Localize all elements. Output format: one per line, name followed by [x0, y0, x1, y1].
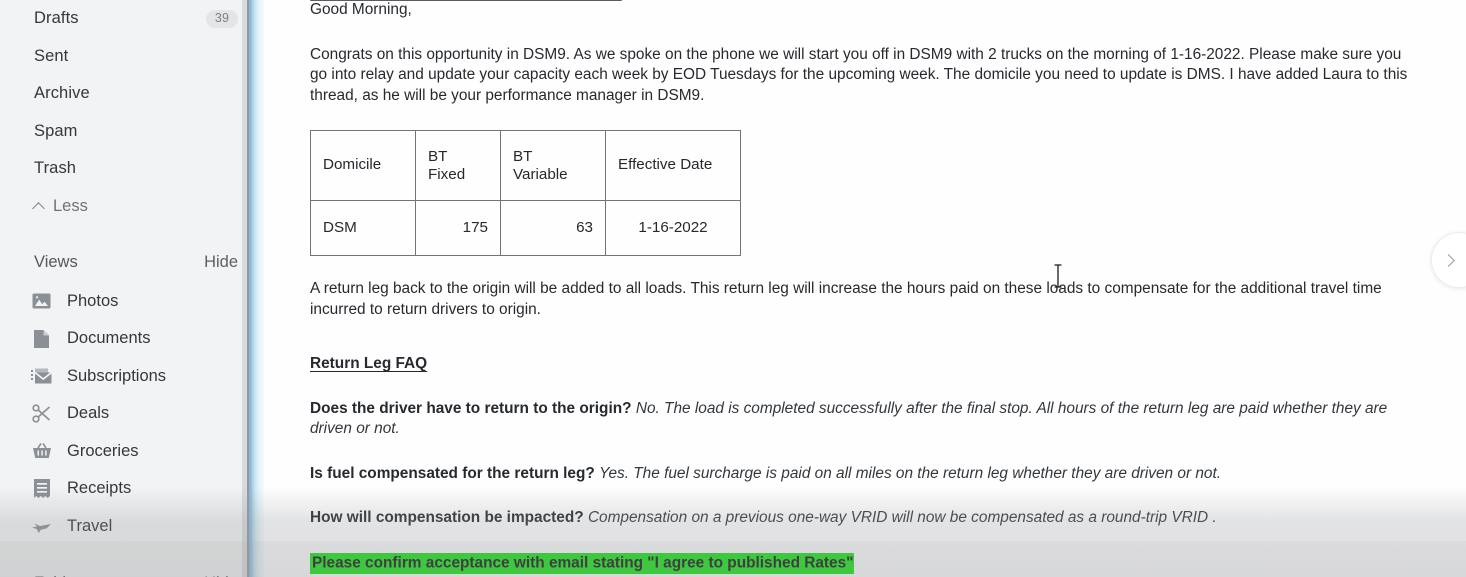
- sidebar-item-label: Sent: [34, 46, 69, 65]
- sidebar-section-views: Views Hide: [0, 243, 264, 283]
- mail-app-window: Drafts 39 Sent Archive Spam Trash Less V…: [0, 0, 1466, 577]
- highlight-text: Please confirm acceptance with email sta…: [310, 553, 855, 574]
- subscriptions-icon: [31, 366, 52, 387]
- header-line-2: Variable: [513, 165, 568, 183]
- faq-question: How will compensation be impacted?: [310, 509, 584, 526]
- table-row: DSM 175 63 1-16-2022: [310, 200, 741, 256]
- sidebar-item-drafts[interactable]: Drafts 39: [0, 0, 264, 38]
- cell-bt-fixed: 175: [415, 200, 501, 256]
- redacted-sender-line: [310, 0, 622, 1]
- sidebar-item-label: Photos: [67, 291, 119, 310]
- sidebar-item-trash[interactable]: Trash: [0, 150, 264, 188]
- cell-effective-date: 1-16-2022: [605, 200, 741, 256]
- cell-bt-variable: 63: [500, 200, 606, 256]
- email-reading-pane: Good Morning, Congrats on this opportuni…: [264, 0, 1466, 577]
- sidebar-item-sent[interactable]: Sent: [0, 38, 264, 76]
- sidebar-item-groceries[interactable]: Groceries: [0, 433, 264, 471]
- chevron-right-icon: [1441, 253, 1455, 267]
- sidebar-less-toggle[interactable]: Less: [0, 188, 264, 225]
- header-line-1: BT: [428, 147, 448, 165]
- sidebar-item-label: Documents: [67, 329, 151, 348]
- drafts-count-badge: 39: [205, 10, 238, 28]
- faq-question: Is fuel compensated for the return leg?: [310, 464, 595, 482]
- chevron-up-icon: [32, 201, 45, 215]
- folders-title: Folders: [34, 574, 204, 577]
- table-header-bt-variable: BT Variable: [500, 130, 606, 201]
- sidebar-scrollbar-divider[interactable]: [242, 0, 264, 577]
- faq-item-1: Does the driver have to return to the or…: [310, 399, 1420, 440]
- email-paragraph-1: Congrats on this opportunity in DSM9. As…: [310, 45, 1408, 104]
- photos-icon: [31, 291, 52, 312]
- email-greeting: Good Morning,: [310, 1, 412, 18]
- sidebar-item-label: Spam: [34, 121, 78, 140]
- views-title: Views: [34, 253, 78, 271]
- sidebar-item-label: Drafts: [34, 9, 79, 28]
- table-header-row: Domicile BT Fixed BT Variable Effective …: [310, 130, 741, 201]
- faq-question: Does the driver have to return to the or…: [310, 399, 632, 417]
- sidebar-item-travel[interactable]: Travel: [0, 508, 264, 546]
- basket-icon: [31, 441, 52, 462]
- header-line-1: BT: [513, 147, 533, 165]
- cell-domicile: DSM: [310, 200, 416, 256]
- views-hide-button[interactable]: Hide: [204, 253, 238, 272]
- sidebar-item-receipts[interactable]: Receipts: [0, 470, 264, 508]
- table-header-effective-date: Effective Date: [605, 130, 741, 201]
- folders-hide-button[interactable]: Hide: [204, 574, 238, 577]
- less-label: Less: [53, 196, 88, 215]
- email-paragraph-2: A return leg back to the origin will be …: [310, 280, 1382, 318]
- faq-heading: Return Leg FAQ: [310, 355, 428, 372]
- sidebar-item-label: Subscriptions: [67, 366, 167, 385]
- sidebar-section-folders: Folders Hide: [0, 563, 264, 577]
- email-body: Good Morning, Congrats on this opportuni…: [310, 0, 1420, 577]
- sidebar-item-subscriptions[interactable]: Subscriptions: [0, 358, 264, 396]
- sidebar: Drafts 39 Sent Archive Spam Trash Less V…: [0, 0, 264, 577]
- sidebar-item-label: Deals: [67, 404, 110, 423]
- highlighted-confirmation-line: Please confirm acceptance with email sta…: [310, 553, 1420, 574]
- sidebar-item-label: Archive: [34, 84, 90, 103]
- sidebar-item-label: Trash: [34, 159, 77, 178]
- scissors-icon: [31, 403, 52, 424]
- faq-item-3: How will compensation be impacted? Compe…: [310, 508, 1420, 529]
- faq-item-2: Is fuel compensated for the return leg? …: [310, 464, 1420, 485]
- sidebar-item-label: Receipts: [67, 479, 132, 498]
- receipt-icon: [31, 478, 52, 499]
- header-line-2: Fixed: [428, 165, 466, 183]
- sidebar-item-deals[interactable]: Deals: [0, 395, 264, 433]
- divider-line: [247, 0, 249, 577]
- rate-table: Domicile BT Fixed BT Variable Effective …: [310, 130, 741, 256]
- sidebar-item-archive[interactable]: Archive: [0, 75, 264, 113]
- sidebar-item-spam[interactable]: Spam: [0, 113, 264, 151]
- faq-answer: Compensation on a previous one-way VRID …: [587, 509, 1217, 526]
- table-header-bt-fixed: BT Fixed: [415, 130, 501, 201]
- document-icon: [31, 328, 52, 349]
- sidebar-item-photos[interactable]: Photos: [0, 283, 264, 321]
- table-header-domicile: Domicile: [310, 130, 416, 201]
- airplane-icon: [31, 516, 52, 537]
- faq-answer: Yes. The fuel surcharge is paid on all m…: [599, 464, 1222, 482]
- sidebar-item-documents[interactable]: Documents: [0, 320, 264, 358]
- sidebar-item-label: Travel: [67, 516, 113, 535]
- sidebar-item-label: Groceries: [67, 441, 139, 460]
- next-message-button[interactable]: [1431, 232, 1466, 288]
